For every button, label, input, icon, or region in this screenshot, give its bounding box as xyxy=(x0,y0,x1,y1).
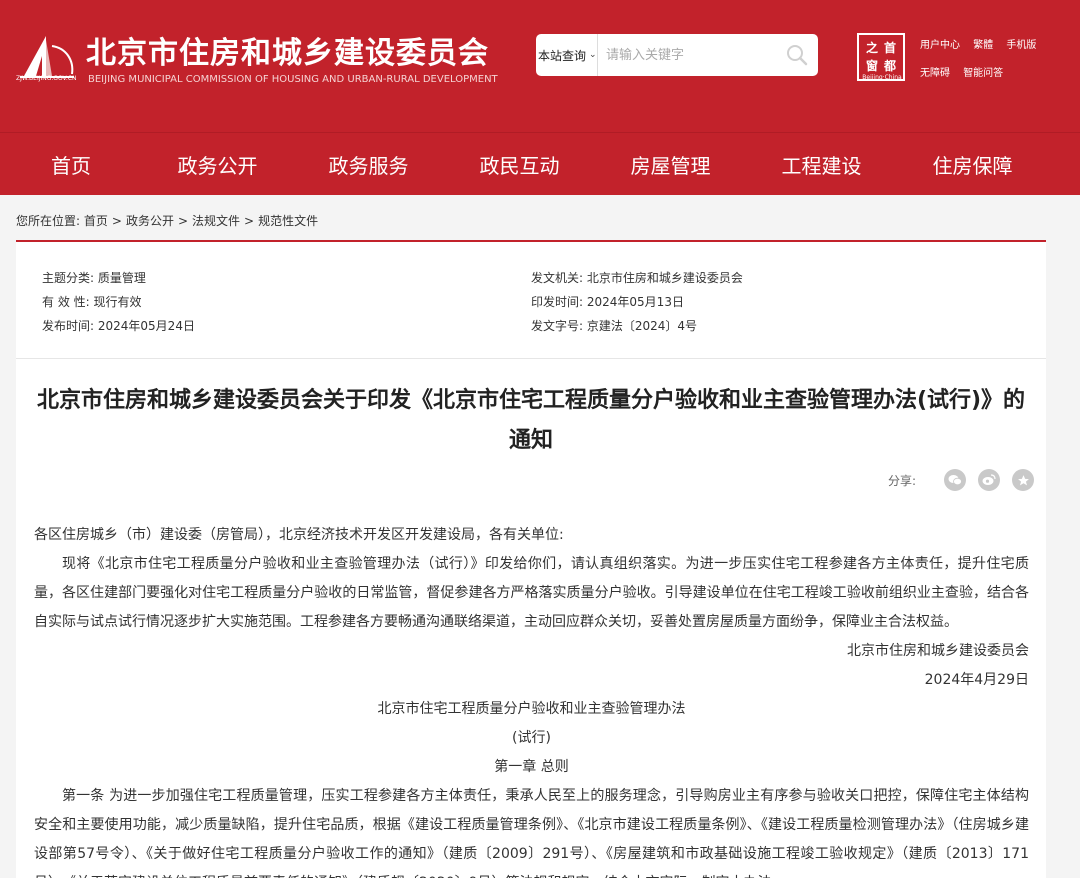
meta-issuer-label: 发文机关: xyxy=(531,271,584,285)
meta-topic-label: 主题分类: xyxy=(42,271,95,285)
breadcrumb: 您所在位置: 首页 > 政务公开 > 法规文件 > 规范性文件 xyxy=(16,212,318,229)
accessibility-link[interactable]: 无障碍 xyxy=(920,68,950,79)
header-tools-secondary: 无障碍 智能问答 xyxy=(920,64,1013,79)
seal-char: 都 xyxy=(883,59,896,73)
traditional-chinese-link[interactable]: 繁體 xyxy=(973,40,993,51)
article-body: 各区住房城乡（市）建设委（房管局），北京经济技术开发区开发建设局，各有关单位: … xyxy=(34,521,1029,878)
meta-validity-label: 有 效 性: xyxy=(42,295,90,309)
breadcrumb-normative-docs[interactable]: 规范性文件 xyxy=(258,214,318,228)
user-center-link[interactable]: 用户中心 xyxy=(920,40,960,51)
search-input[interactable] xyxy=(600,34,776,76)
main-nav: 首页 政务公开 政务服务 政民互动 房屋管理 工程建设 住房保障 xyxy=(0,132,1080,195)
nav-item-housing-security[interactable]: 住房保障 xyxy=(897,133,1048,196)
site-title[interactable]: 北京市住房和城乡建设委员会 xyxy=(86,28,489,72)
breadcrumb-prefix: 您所在位置: xyxy=(16,214,81,228)
meta-publish-value: 2024年05月24日 xyxy=(97,319,195,333)
meta-print-label: 印发时间: xyxy=(531,295,584,309)
signature: 北京市住房和城乡建设委员会 xyxy=(847,643,1029,659)
breadcrumb-regulations[interactable]: 法规文件 xyxy=(192,214,240,228)
search-box: 本站查询 ⌄ xyxy=(536,34,818,76)
meta-publish-date: 发布时间: 2024年05月24日 xyxy=(42,317,195,334)
breadcrumb-separator: > xyxy=(111,214,122,228)
share-bar: 分享: xyxy=(888,469,1035,491)
seal-char: 窗 xyxy=(865,59,878,73)
meta-issuer: 发文机关: 北京市住房和城乡建设委员会 xyxy=(531,269,743,286)
nav-item-interaction[interactable]: 政民互动 xyxy=(444,133,595,196)
meta-issuer-value: 北京市住房和城乡建设委员会 xyxy=(586,271,743,285)
site-subtitle: BEIJING MUNICIPAL COMMISSION OF HOUSING … xyxy=(88,74,498,85)
meta-validity: 有 效 性: 现行有效 xyxy=(42,293,142,310)
breadcrumb-separator: > xyxy=(177,214,189,228)
breadcrumb-home[interactable]: 首页 xyxy=(84,214,108,228)
meta-docno-value: 京建法〔2024〕4号 xyxy=(586,319,698,333)
signature-date: 2024年4月29日 xyxy=(924,672,1029,688)
nav-item-gov-affairs-open[interactable]: 政务公开 xyxy=(142,133,293,196)
header-tools: 用户中心 繁體 手机版 xyxy=(920,36,1046,51)
attachment-title: 北京市住宅工程质量分户验收和业主查验管理办法 xyxy=(377,701,686,717)
seal-caption: Beijing·China xyxy=(862,74,902,81)
article: 北京市住房和城乡建设委员会关于印发《北京市住宅工程质量分户验收和业主查验管理办法… xyxy=(16,358,1046,878)
meta-doc-number: 发文字号: 京建法〔2024〕4号 xyxy=(531,317,697,334)
seal-char: 首 xyxy=(883,41,896,55)
meta-print-value: 2024年05月13日 xyxy=(586,295,684,309)
article-clause: 第一条 为进一步加强住宅工程质量管理，压实工程参建各方主体责任，秉承人民至上的服… xyxy=(34,788,1029,878)
seal-char: 之 xyxy=(865,41,878,55)
nav-item-housing-management[interactable]: 房屋管理 xyxy=(595,133,746,196)
mobile-version-link[interactable]: 手机版 xyxy=(1006,40,1036,51)
search-scope-label: 本站查询 xyxy=(538,48,587,63)
weibo-share-icon[interactable] xyxy=(978,469,1001,491)
salutation: 各区住房城乡（市）建设委（房管局），北京经济技术开发区开发建设局，各有关单位: xyxy=(34,527,564,543)
nav-item-home[interactable]: 首页 xyxy=(0,133,142,196)
body-paragraph: 现将《北京市住宅工程质量分户验收和业主查验管理办法（试行）》印发给你们，请认真组… xyxy=(34,556,1029,630)
attachment-subtitle: (试行) xyxy=(512,730,551,746)
meta-topic: 主题分类: 质量管理 xyxy=(42,269,146,286)
chapter-heading: 第一章 总则 xyxy=(494,759,569,775)
chevron-down-icon: ⌄ xyxy=(589,50,597,60)
wechat-share-icon[interactable] xyxy=(944,469,967,491)
search-icon[interactable] xyxy=(784,42,810,68)
share-label: 分享: xyxy=(888,473,917,488)
smart-qa-link[interactable]: 智能问答 xyxy=(963,68,1003,79)
nav-item-construction[interactable]: 工程建设 xyxy=(746,133,897,196)
site-header: ZJW.BEIJING.GOV.CN 北京市住房和城乡建设委员会 BEIJING… xyxy=(0,0,1080,132)
search-scope-select[interactable]: 本站查询 ⌄ xyxy=(536,34,598,76)
document-meta: 主题分类: 质量管理 有 效 性: 现行有效 发布时间: 2024年05月24日… xyxy=(16,242,1046,358)
meta-docno-label: 发文字号: xyxy=(531,319,584,333)
breadcrumb-gov-affairs[interactable]: 政务公开 xyxy=(126,214,174,228)
meta-print-date: 印发时间: 2024年05月13日 xyxy=(531,293,684,310)
logo-domain: ZJW.BEIJING.GOV.CN xyxy=(16,75,77,82)
meta-topic-value: 质量管理 xyxy=(97,271,146,285)
favorite-star-icon[interactable] xyxy=(1012,469,1035,491)
nav-item-gov-services[interactable]: 政务服务 xyxy=(293,133,444,196)
meta-validity-value: 现行有效 xyxy=(93,295,142,309)
article-title: 北京市住房和城乡建设委员会关于印发《北京市住宅工程质量分户验收和业主查验管理办法… xyxy=(36,388,1026,453)
breadcrumb-separator: > xyxy=(244,214,255,228)
meta-publish-label: 发布时间: xyxy=(42,319,95,333)
